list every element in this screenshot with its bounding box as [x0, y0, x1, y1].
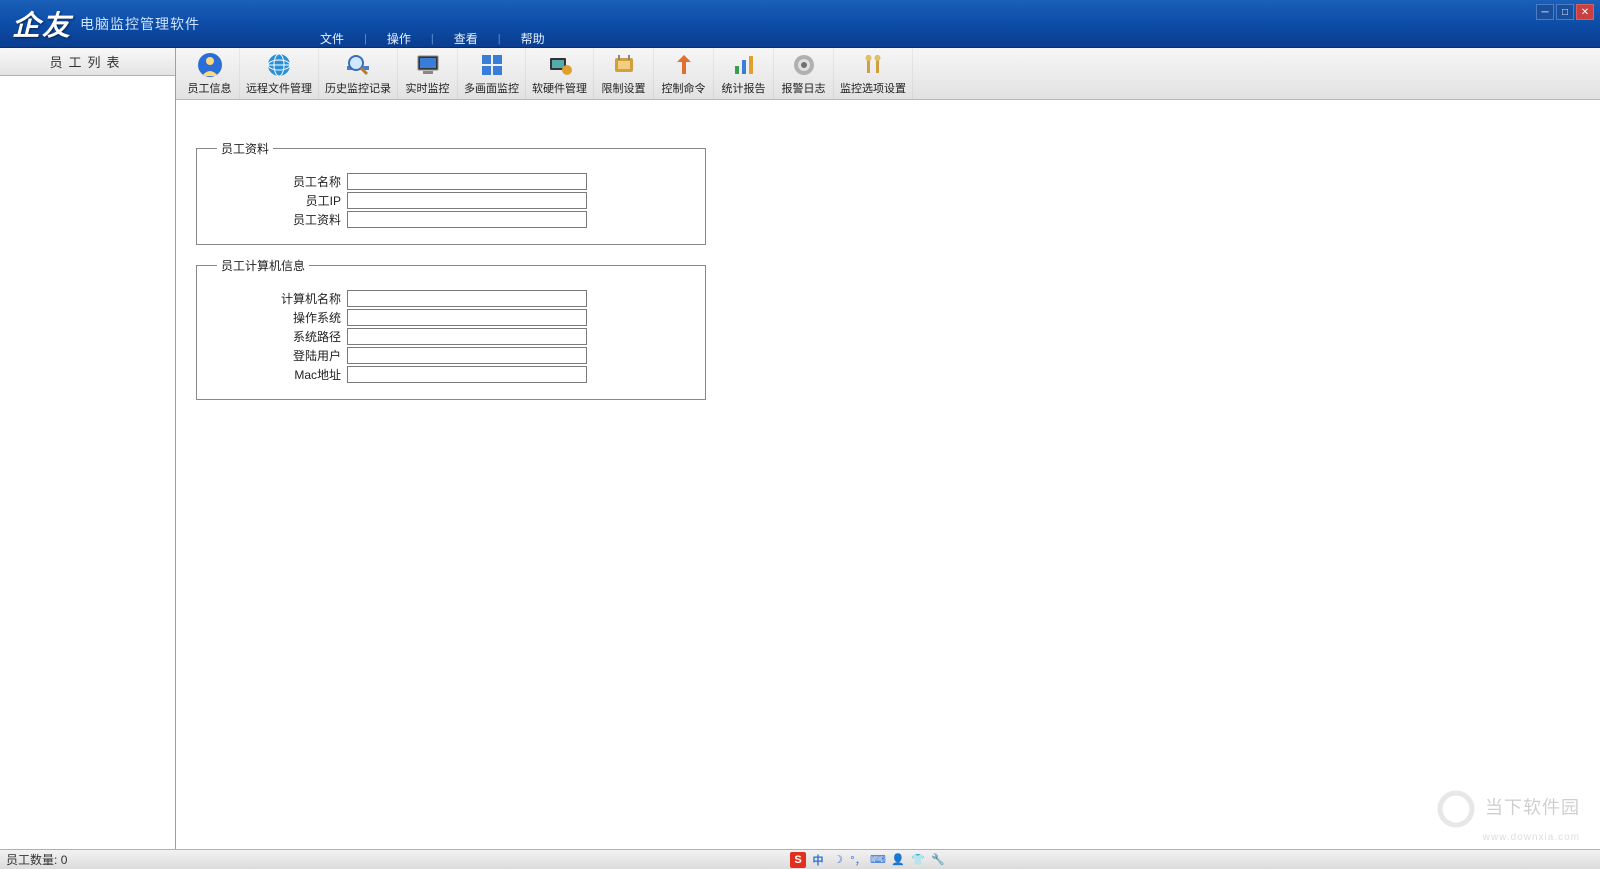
- tool-realtime[interactable]: 实时监控: [398, 48, 458, 99]
- ime-mode[interactable]: 中: [810, 852, 826, 868]
- label-employee-ip: 员工IP: [217, 192, 347, 209]
- sidebar: 员工列表: [0, 48, 176, 849]
- app-logo-text: 企友: [12, 4, 72, 44]
- label-employee-profile: 员工资料: [217, 211, 347, 228]
- person-icon: [196, 51, 224, 79]
- monitor-icon: [414, 51, 442, 79]
- input-syspath[interactable]: [347, 328, 587, 345]
- ime-user-icon[interactable]: 👤: [890, 852, 906, 868]
- hwsw-icon: [546, 51, 574, 79]
- grid-icon: [478, 51, 506, 79]
- tool-limit[interactable]: 限制设置: [594, 48, 654, 99]
- tool-label: 历史监控记录: [325, 80, 391, 96]
- globe-icon: [265, 51, 293, 79]
- form-row: 系统路径: [217, 328, 685, 345]
- tool-remote-files[interactable]: 远程文件管理: [240, 48, 319, 99]
- tool-hwsw[interactable]: 软硬件管理: [526, 48, 594, 99]
- fieldset-legend: 员工计算机信息: [217, 257, 309, 274]
- form-row: 登陆用户: [217, 347, 685, 364]
- ime-keyboard-icon[interactable]: ⌨: [870, 852, 886, 868]
- fieldset-computer-info: 员工计算机信息 计算机名称 操作系统 系统路径 登陆用户: [196, 257, 706, 400]
- ime-moon-icon[interactable]: ☽: [830, 852, 846, 868]
- tool-label: 多画面监控: [464, 80, 519, 96]
- menubar: 文件 | 操作 | 查看 | 帮助: [300, 28, 565, 49]
- fieldset-legend: 员工资料: [217, 140, 273, 157]
- ime-punct-icon[interactable]: °，: [850, 852, 866, 868]
- tool-label: 监控选项设置: [840, 80, 906, 96]
- alarm-icon: [790, 51, 818, 79]
- tool-control[interactable]: 控制命令: [654, 48, 714, 99]
- tool-label: 控制命令: [662, 80, 706, 96]
- main-area: 员工信息 远程文件管理 历史监控记录 实时监控: [176, 48, 1600, 849]
- tool-report[interactable]: 统计报告: [714, 48, 774, 99]
- menu-view[interactable]: 查看: [434, 28, 498, 49]
- tool-label: 远程文件管理: [246, 80, 312, 96]
- status-employee-count-label: 员工数量:: [6, 851, 57, 868]
- toolbar: 员工信息 远程文件管理 历史监控记录 实时监控: [176, 48, 1600, 100]
- status-employee-count-value: 0: [61, 853, 68, 867]
- tool-label: 限制设置: [602, 80, 646, 96]
- tool-employee-info[interactable]: 员工信息: [180, 48, 240, 99]
- magnifier-icon: [344, 51, 372, 79]
- tool-label: 统计报告: [722, 80, 766, 96]
- input-computer-name[interactable]: [347, 290, 587, 307]
- tool-history[interactable]: 历史监控记录: [319, 48, 398, 99]
- chart-icon: [730, 51, 758, 79]
- maximize-button[interactable]: □: [1556, 4, 1574, 20]
- form-row: 操作系统: [217, 309, 685, 326]
- form-row: 员工IP: [217, 192, 685, 209]
- tool-settings[interactable]: 监控选项设置: [834, 48, 913, 99]
- window-controls: ─ □ ✕: [1536, 4, 1594, 20]
- form-row: 员工资料: [217, 211, 685, 228]
- tool-label: 报警日志: [782, 80, 826, 96]
- ime-skin-icon[interactable]: 👕: [910, 852, 926, 868]
- form-row: Mac地址: [217, 366, 685, 383]
- input-login-user[interactable]: [347, 347, 587, 364]
- tool-label: 员工信息: [188, 80, 232, 96]
- fieldset-employee-profile: 员工资料 员工名称 员工IP 员工资料: [196, 140, 706, 245]
- input-employee-profile[interactable]: [347, 211, 587, 228]
- label-mac: Mac地址: [217, 366, 347, 383]
- input-os[interactable]: [347, 309, 587, 326]
- settings-icon: [859, 51, 887, 79]
- label-login-user: 登陆用户: [217, 347, 347, 364]
- employee-list[interactable]: [0, 76, 175, 853]
- menu-operate[interactable]: 操作: [367, 28, 431, 49]
- label-os: 操作系统: [217, 309, 347, 326]
- control-icon: [670, 51, 698, 79]
- ime-tool-icon[interactable]: 🔧: [930, 852, 946, 868]
- content-area: 员工资料 员工名称 员工IP 员工资料 员工计算机信息 计算机名称: [176, 100, 1600, 849]
- sidebar-title: 员工列表: [0, 48, 175, 76]
- input-mac[interactable]: [347, 366, 587, 383]
- label-syspath: 系统路径: [217, 328, 347, 345]
- app-logo-area: 企友 电脑监控管理软件: [0, 4, 200, 44]
- form-row: 计算机名称: [217, 290, 685, 307]
- tool-alarm[interactable]: 报警日志: [774, 48, 834, 99]
- label-computer-name: 计算机名称: [217, 290, 347, 307]
- minimize-button[interactable]: ─: [1536, 4, 1554, 20]
- tool-label: 实时监控: [406, 80, 450, 96]
- input-employee-name[interactable]: [347, 173, 587, 190]
- form-row: 员工名称: [217, 173, 685, 190]
- label-employee-name: 员工名称: [217, 173, 347, 190]
- titlebar: 企友 电脑监控管理软件 文件 | 操作 | 查看 | 帮助 ─ □ ✕: [0, 0, 1600, 48]
- close-button[interactable]: ✕: [1576, 4, 1594, 20]
- ime-sogou-icon[interactable]: S: [790, 852, 806, 868]
- menu-file[interactable]: 文件: [300, 28, 364, 49]
- app-subtitle: 电脑监控管理软件: [80, 14, 200, 34]
- input-employee-ip[interactable]: [347, 192, 587, 209]
- statusbar: 员工数量: 0 S 中 ☽ °， ⌨ 👤 👕 🔧: [0, 849, 1600, 869]
- menu-help[interactable]: 帮助: [501, 28, 565, 49]
- tool-label: 软硬件管理: [532, 80, 587, 96]
- ime-tray: S 中 ☽ °， ⌨ 👤 👕 🔧: [790, 852, 946, 868]
- tool-multiview[interactable]: 多画面监控: [458, 48, 526, 99]
- limit-icon: [610, 51, 638, 79]
